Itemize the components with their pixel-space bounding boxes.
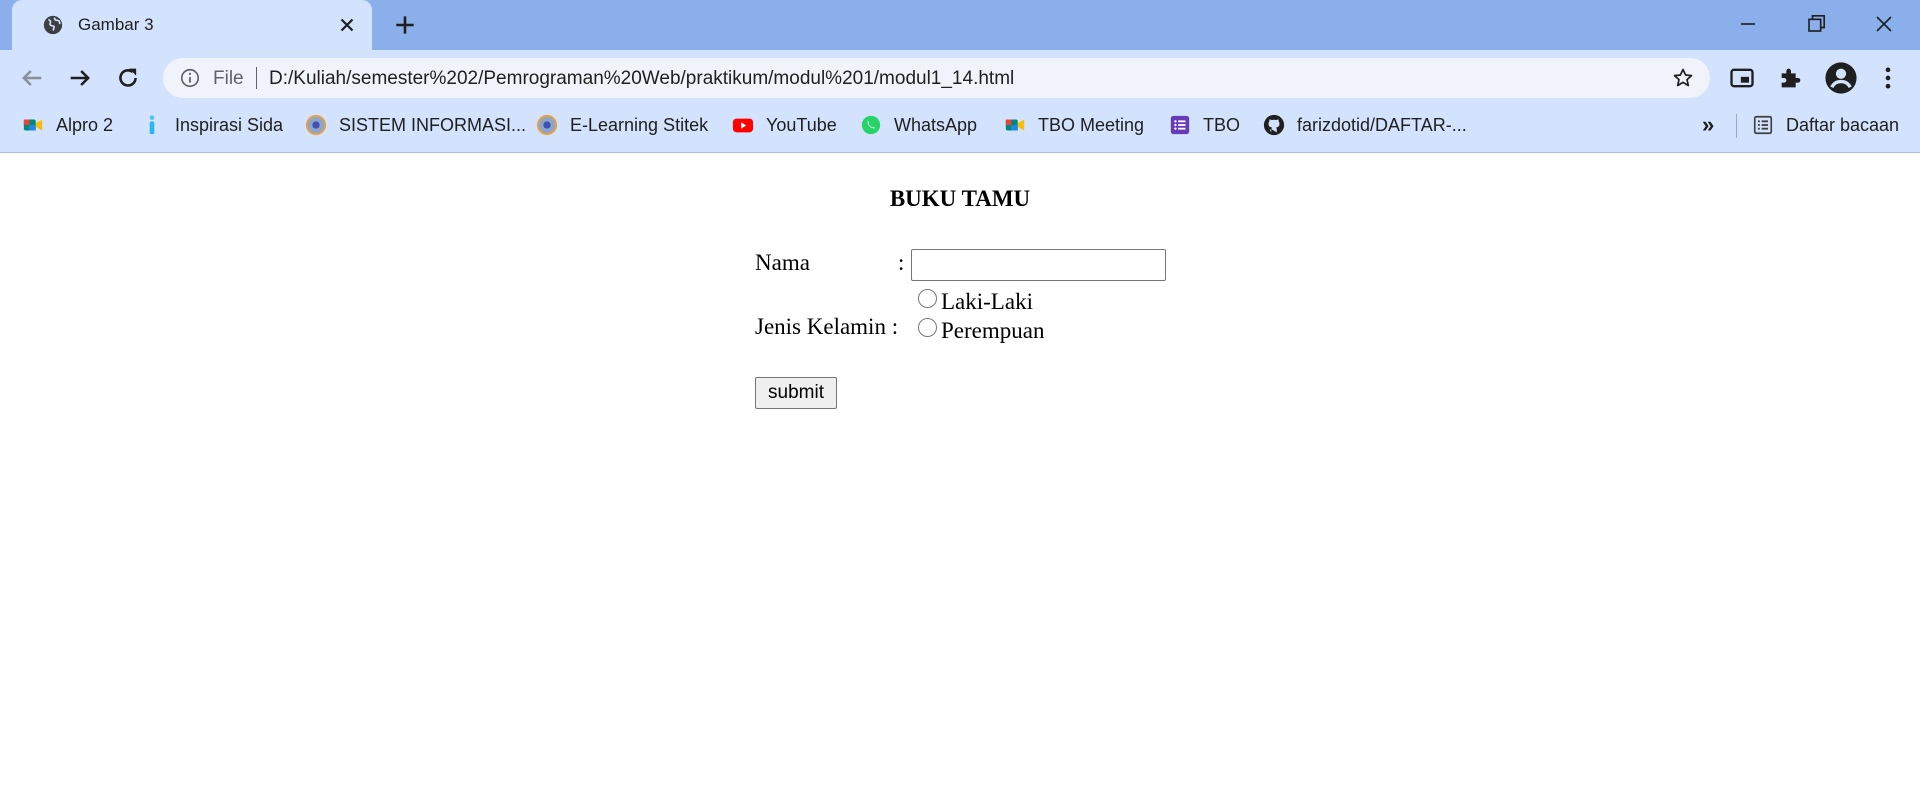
- github-icon: [1263, 114, 1285, 136]
- browser-tab[interactable]: Gambar 3: [12, 0, 372, 50]
- minimize-icon[interactable]: [1734, 10, 1762, 38]
- url-text[interactable]: D:/Kuliah/semester%202/Pemrograman%20Web…: [269, 68, 1014, 90]
- globe-icon: [43, 15, 63, 35]
- back-arrow-icon[interactable]: [18, 64, 46, 92]
- close-tab-icon[interactable]: [336, 14, 358, 36]
- youtube-icon: [732, 118, 754, 133]
- omnibox-separator: [256, 67, 257, 89]
- bookmark-label: WhatsApp: [894, 114, 978, 135]
- google-meet-icon: [1005, 119, 1025, 131]
- bookmark-whatsapp[interactable]: WhatsApp: [860, 106, 977, 144]
- page-content: BUKU TAMU Nama : Jenis Kelamin : Laki-La…: [0, 154, 1920, 794]
- radio-laki-laki-label: Laki-Laki: [941, 289, 1033, 314]
- reload-icon[interactable]: [114, 64, 142, 92]
- bookmark-star-icon[interactable]: [1671, 66, 1695, 90]
- bookmark-e-learning-stitek[interactable]: E-Learning Stitek: [536, 106, 708, 144]
- info-pin-icon: [149, 115, 155, 135]
- bookmark-label: Inspirasi Sida: [175, 114, 284, 135]
- forward-arrow-icon[interactable]: [66, 64, 94, 92]
- bookmark-label: Alpro 2: [56, 114, 114, 135]
- tab-strip: Gambar 3: [0, 0, 1920, 50]
- reading-list-label: Daftar bacaan: [1786, 114, 1900, 135]
- bookmark-tbo[interactable]: TBO: [1169, 106, 1240, 144]
- google-meet-icon: [23, 119, 43, 131]
- page-title: BUKU TAMU: [889, 186, 1031, 211]
- nama-colon: :: [898, 250, 905, 275]
- bookmark-label: TBO: [1203, 114, 1241, 135]
- bookmark-tbo-meeting[interactable]: TBO Meeting: [1004, 106, 1144, 144]
- jenis-kelamin-label: Jenis Kelamin :: [755, 314, 899, 339]
- bookmarks-bar: Alpro 2 Inspirasi Sida SISTEM INFORMASI.…: [0, 106, 1920, 153]
- scheme-label: File: [213, 68, 244, 89]
- bookmark-youtube[interactable]: YouTube: [732, 106, 837, 144]
- extensions-puzzle-icon[interactable]: [1777, 64, 1805, 92]
- bookmark-label: TBO Meeting: [1038, 114, 1145, 135]
- google-forms-icon: [1170, 115, 1190, 135]
- radio-perempuan-label: Perempuan: [941, 318, 1045, 343]
- submit-button[interactable]: submit: [755, 377, 837, 409]
- restore-icon[interactable]: [1802, 10, 1830, 38]
- bookmark-sistem-informasi[interactable]: SISTEM INFORMASI...: [305, 106, 526, 144]
- radio-laki-laki[interactable]: [918, 289, 937, 308]
- bookmark-label: farizdotid/DAFTAR-...: [1297, 114, 1467, 135]
- picture-in-picture-icon[interactable]: [1728, 64, 1756, 92]
- nama-input[interactable]: [911, 249, 1166, 281]
- bookmark-alpro-2[interactable]: Alpro 2: [22, 106, 113, 144]
- close-window-icon[interactable]: [1870, 10, 1898, 38]
- stitek-logo-icon: [305, 114, 327, 136]
- bookmark-farizdotid[interactable]: farizdotid/DAFTAR-...: [1263, 106, 1467, 144]
- stitek-logo-icon: [536, 114, 558, 136]
- reading-list-icon: [1753, 115, 1773, 135]
- bookmark-label: E-Learning Stitek: [570, 114, 709, 135]
- nama-label: Nama: [755, 250, 810, 275]
- bookmark-inspirasi-sida[interactable]: Inspirasi Sida: [141, 106, 283, 144]
- browser-toolbar: File D:/Kuliah/semester%202/Pemrograman%…: [0, 50, 1920, 106]
- bookmarks-divider: [1736, 114, 1737, 138]
- whatsapp-icon: [861, 115, 881, 135]
- new-tab-icon[interactable]: [392, 12, 418, 38]
- chrome-menu-icon[interactable]: [1874, 64, 1902, 92]
- bookmarks-overflow-button[interactable]: »: [1702, 112, 1714, 138]
- tab-title: Gambar 3: [78, 15, 154, 34]
- site-info-icon[interactable]: [179, 67, 201, 89]
- bookmark-label: YouTube: [766, 114, 837, 135]
- reading-list-button[interactable]: Daftar bacaan: [1752, 106, 1899, 144]
- bookmark-label: SISTEM INFORMASI...: [339, 114, 527, 135]
- profile-avatar-icon[interactable]: [1824, 61, 1858, 95]
- radio-perempuan[interactable]: [918, 318, 937, 337]
- address-bar[interactable]: File D:/Kuliah/semester%202/Pemrograman%…: [163, 58, 1710, 98]
